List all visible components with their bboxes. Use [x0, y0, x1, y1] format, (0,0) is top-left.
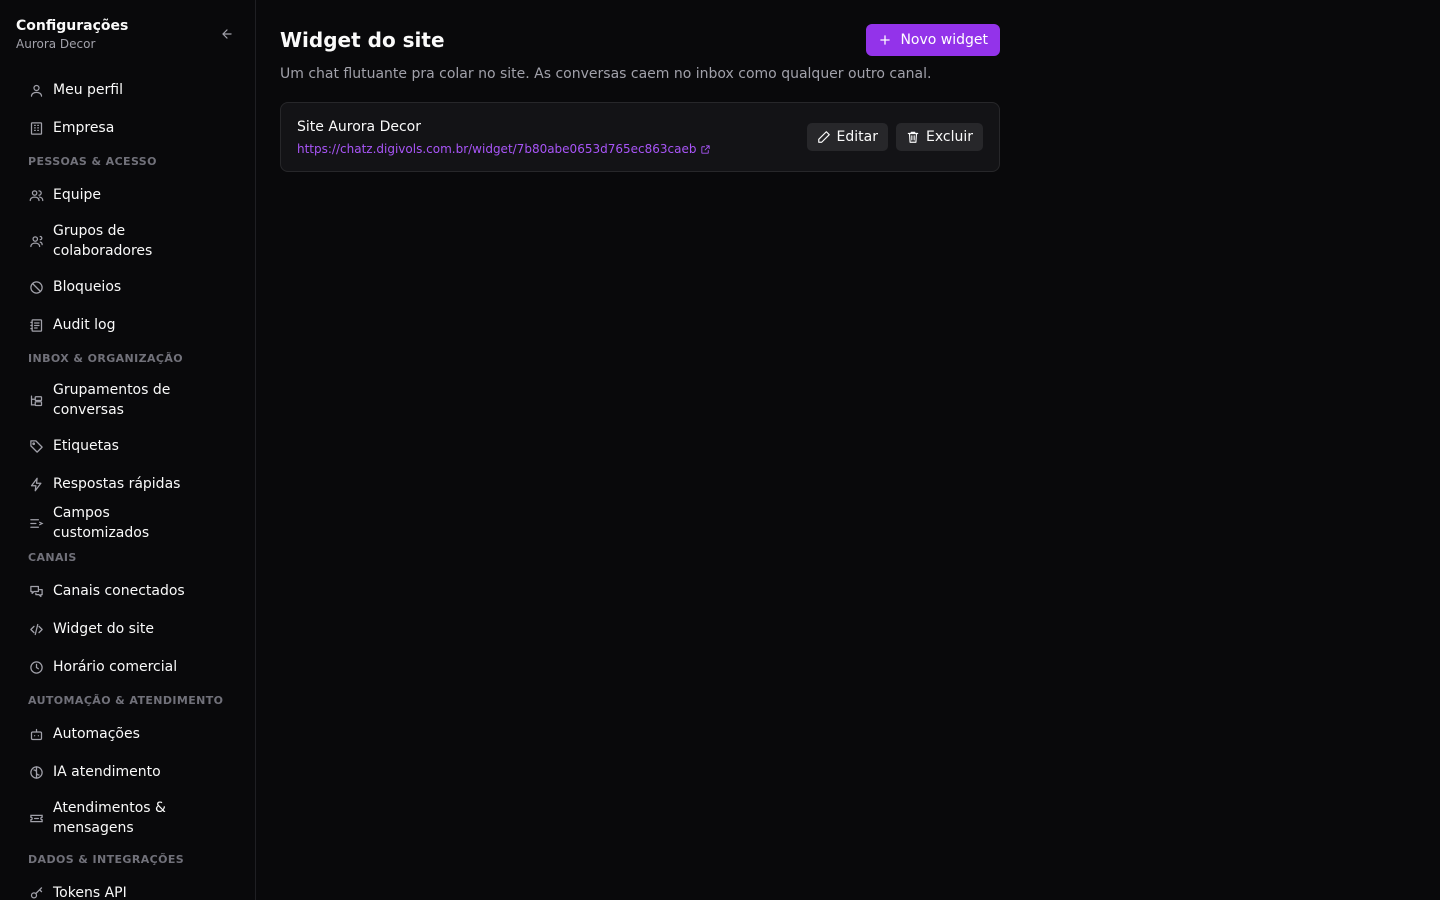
- sidebar-title: Configurações: [16, 18, 129, 34]
- zap-icon: [28, 476, 44, 492]
- edit-widget-button[interactable]: Editar: [806, 123, 888, 151]
- key-icon: [28, 885, 44, 900]
- trash-icon: [907, 131, 919, 143]
- page-description: Um chat flutuante pra colar no site. As …: [280, 66, 932, 82]
- pencil-icon: [817, 131, 830, 143]
- log-icon: [28, 317, 44, 333]
- sidebar-header: Configurações Aurora Decor: [16, 16, 239, 56]
- widget-card: Site Aurora Decor https://chatz.digivols…: [280, 102, 1000, 172]
- sidebar-item-label: Widget do site: [53, 621, 154, 637]
- external-link-icon: [701, 144, 711, 154]
- code-icon: [28, 621, 44, 637]
- sidebar-item-label: Etiquetas: [53, 438, 119, 454]
- bot-icon: [28, 726, 44, 742]
- section-label-dados: DADOS & INTEGRAÇÕES: [28, 853, 185, 866]
- delete-label: Excluir: [926, 129, 973, 145]
- widget-name: Site Aurora Decor: [297, 119, 421, 135]
- sidebar-item-grupos-de-colaboradores[interactable]: Grupos de colaboradores: [16, 216, 239, 266]
- sidebar-item-label: Grupamentos de conversas: [53, 382, 171, 418]
- sidebar-item-label: Automações: [53, 726, 140, 742]
- sidebar-item-label: Horário comercial: [53, 659, 178, 675]
- users-icon: [28, 187, 44, 203]
- sidebar-item-audit-log[interactable]: Audit log: [16, 306, 239, 344]
- widgets-panel: Widget do site Novo widget Um chat flutu…: [280, 24, 1000, 172]
- user-icon: [28, 82, 44, 98]
- building-icon: [28, 120, 44, 136]
- settings-app: Configurações Aurora Decor Meu perfil Em…: [0, 0, 1440, 900]
- page-header: Widget do site Novo widget: [280, 24, 1000, 56]
- sidebar-item-meu-perfil[interactable]: Meu perfil: [16, 71, 239, 109]
- widget-url-link[interactable]: https://chatz.digivols.com.br/widget/7b8…: [297, 141, 711, 157]
- sidebar-item-label: Atendimentos & mensagens: [53, 800, 166, 836]
- sidebar-item-label: Empresa: [53, 120, 115, 136]
- sidebar-item-label: Equipe: [53, 187, 101, 203]
- tag-icon: [28, 438, 44, 454]
- arrow-left-icon: [222, 29, 232, 39]
- collapse-sidebar-button[interactable]: [215, 22, 239, 46]
- ban-icon: [28, 279, 44, 295]
- sidebar-item-horario-comercial[interactable]: Horário comercial: [16, 648, 239, 686]
- sidebar-item-label: Grupos de colaboradores: [53, 223, 153, 259]
- sidebar-item-bloqueios[interactable]: Bloqueios: [16, 268, 239, 306]
- sidebar-item-etiquetas[interactable]: Etiquetas: [16, 427, 239, 465]
- sidebar-item-grupamentos-de-conversas[interactable]: Grupamentos de conversas: [16, 375, 239, 425]
- sidebar-item-atendimentos-mensagens[interactable]: Atendimentos & mensagens: [16, 793, 239, 843]
- section-label-inbox: INBOX & ORGANIZAÇÃO: [28, 352, 184, 365]
- widget-actions: Editar Excluir: [806, 123, 983, 151]
- sidebar-item-label: IA atendimento: [53, 764, 161, 780]
- settings-sidebar: Configurações Aurora Decor Meu perfil Em…: [0, 0, 256, 900]
- new-widget-button[interactable]: Novo widget: [866, 24, 1000, 56]
- sidebar-item-campos-customizados[interactable]: Campos customizados: [16, 503, 239, 543]
- page-title: Widget do site: [280, 28, 445, 52]
- main-content: Widget do site Novo widget Um chat flutu…: [256, 0, 1440, 900]
- plus-icon: [880, 35, 891, 45]
- user-group-icon: [28, 233, 44, 249]
- sidebar-item-canais-conectados[interactable]: Canais conectados: [16, 572, 239, 610]
- sidebar-item-widget-do-site[interactable]: Widget do site: [16, 610, 239, 648]
- delete-widget-button[interactable]: Excluir: [896, 123, 983, 151]
- sidebar-item-equipe[interactable]: Equipe: [16, 176, 239, 214]
- sidebar-item-respostas-rapidas[interactable]: Respostas rápidas: [16, 465, 239, 503]
- sidebar-subtitle: Aurora Decor: [16, 37, 96, 51]
- new-widget-label: Novo widget: [900, 32, 988, 48]
- list-fields-icon: [28, 515, 44, 531]
- edit-label: Editar: [836, 129, 878, 145]
- sidebar-item-label: Canais conectados: [53, 583, 185, 599]
- sidebar-item-label: Campos customizados: [53, 505, 150, 541]
- widget-info: Site Aurora Decor https://chatz.digivols…: [297, 117, 711, 157]
- sidebar-item-empresa[interactable]: Empresa: [16, 109, 239, 147]
- brain-icon: [28, 764, 44, 780]
- folders-icon: [28, 392, 44, 408]
- sidebar-item-label: Meu perfil: [53, 82, 123, 98]
- settings-nav: Meu perfil Empresa PESSOAS & ACESSO Equi…: [16, 71, 239, 900]
- clock-icon: [28, 659, 44, 675]
- ticket-icon: [28, 810, 44, 826]
- widget-url: https://chatz.digivols.com.br/widget/7b8…: [297, 142, 697, 156]
- sidebar-item-label: Respostas rápidas: [53, 476, 181, 492]
- sidebar-item-label: Bloqueios: [53, 279, 122, 295]
- sidebar-item-label: Audit log: [53, 317, 116, 333]
- sidebar-item-automacoes[interactable]: Automações: [16, 715, 239, 753]
- sidebar-item-tokens-api[interactable]: Tokens API: [16, 874, 239, 900]
- section-label-canais: CANAIS: [28, 551, 77, 564]
- chat-bubbles-icon: [28, 583, 44, 599]
- section-label-automacao: AUTOMAÇÃO & ATENDIMENTO: [28, 694, 224, 707]
- sidebar-item-label: Tokens API: [53, 885, 127, 900]
- section-label-pessoas: PESSOAS & ACESSO: [28, 155, 157, 168]
- sidebar-item-ia-atendimento[interactable]: IA atendimento: [16, 753, 239, 791]
